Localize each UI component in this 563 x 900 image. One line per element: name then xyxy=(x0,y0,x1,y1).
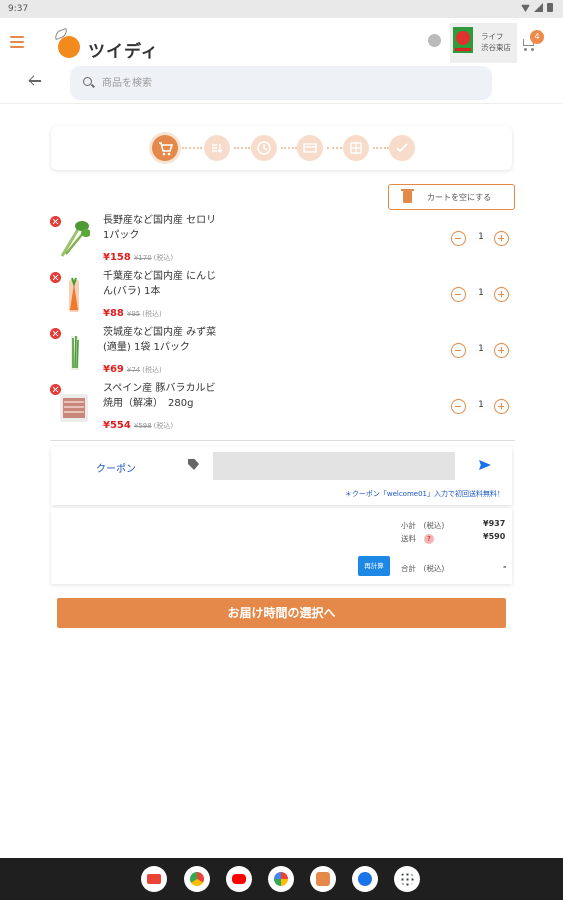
recalculate-button[interactable]: 再計算 xyxy=(358,556,390,576)
item-name[interactable]: 長野産など国内産 セロリ 1パック xyxy=(103,213,223,243)
step-card-icon xyxy=(297,135,323,161)
signal-icon xyxy=(534,3,543,12)
increase-qty-icon[interactable] xyxy=(494,287,509,302)
shopping-app-icon[interactable] xyxy=(310,866,336,892)
item-price: ¥554 xyxy=(103,420,131,431)
trash-icon xyxy=(401,189,414,203)
step-clock-icon xyxy=(251,135,277,161)
status-time: 9:37 xyxy=(8,4,29,14)
item-tax-note: (税込) xyxy=(142,366,162,374)
fruit-icon xyxy=(58,36,80,58)
item-price-row: ¥69 ¥74 (税込) xyxy=(103,357,162,376)
item-tax-note: (税込) xyxy=(153,422,174,430)
brand-logo[interactable]: ツイディ xyxy=(52,27,162,62)
system-icons xyxy=(521,3,553,12)
battery-icon xyxy=(547,3,553,12)
item-quantity: 1 xyxy=(478,400,484,410)
total-value: - xyxy=(503,562,507,571)
app-header: ツイディ ライフ 渋谷東店 4 xyxy=(0,18,563,104)
product-image-carrot xyxy=(69,277,79,312)
hamburger-menu-icon[interactable] xyxy=(10,36,24,48)
cart-item: 千葉産など国内産 にんじん(バラ) 1本 ¥88 ¥95 (税込) 1 xyxy=(50,269,515,324)
product-image-pork xyxy=(60,394,88,422)
item-original-price: ¥598 xyxy=(133,422,152,430)
empty-cart-button[interactable]: カートを空にする xyxy=(388,184,515,210)
empty-cart-label: カートを空にする xyxy=(427,193,492,202)
shipping-label: 送料? xyxy=(401,533,434,544)
search-bar[interactable] xyxy=(70,66,492,100)
decrease-qty-icon[interactable] xyxy=(451,399,466,414)
item-quantity: 1 xyxy=(478,344,484,354)
item-tax-note: (税込) xyxy=(142,310,162,318)
subtotal-value: ¥937 xyxy=(483,519,506,528)
item-name[interactable]: スペイン産 豚バラカルビ焼用（解凍） 280g xyxy=(103,381,223,411)
item-original-price: ¥170 xyxy=(133,254,152,262)
decrease-qty-icon[interactable] xyxy=(451,231,466,246)
store-logo-icon xyxy=(453,27,473,53)
send-icon[interactable] xyxy=(479,460,491,470)
item-quantity: 1 xyxy=(478,288,484,298)
item-name[interactable]: 千葉産など国内産 にんじん(バラ) 1本 xyxy=(103,269,223,299)
item-price: ¥69 xyxy=(103,364,124,375)
checkout-progress xyxy=(51,126,512,170)
step-check-icon xyxy=(389,135,415,161)
coupon-input[interactable] xyxy=(213,452,455,480)
divider xyxy=(50,440,515,441)
help-icon[interactable]: ? xyxy=(424,534,434,544)
item-price: ¥158 xyxy=(103,252,131,263)
subtotal-label: 小計 (税込) xyxy=(401,521,445,530)
cart-item: 茨城産など国内産 みず菜(適量) 1袋 1パック ¥69 ¥74 (税込) 1 xyxy=(50,325,515,380)
store-selector[interactable]: ライフ 渋谷東店 xyxy=(450,23,517,63)
gmail-icon[interactable] xyxy=(141,866,167,892)
wifi-icon xyxy=(521,4,530,12)
step-checklist-icon xyxy=(343,135,369,161)
app-dock xyxy=(0,858,563,900)
product-image-mizuna xyxy=(71,335,79,370)
coupon-hint: ＊クーポン「welcome01」入力で初回送料無料！ xyxy=(344,490,504,498)
coupon-section: クーポン ＊クーポン「welcome01」入力で初回送料無料！ xyxy=(51,447,512,505)
proceed-to-delivery-time-button[interactable]: お届け時間の選択へ xyxy=(57,598,506,628)
cart-item: 長野産など国内産 セロリ 1パック ¥158 ¥170 (税込) 1 xyxy=(50,213,515,268)
search-input[interactable] xyxy=(102,72,472,94)
total-label: 合計 (税込) xyxy=(401,564,445,573)
messages-icon[interactable] xyxy=(352,866,378,892)
chrome-icon[interactable] xyxy=(184,866,210,892)
item-original-price: ¥95 xyxy=(126,310,141,318)
cart-item: スペイン産 豚バラカルビ焼用（解凍） 280g ¥554 ¥598 (税込) 1 xyxy=(50,381,515,436)
store-name-line1: ライフ xyxy=(481,32,504,41)
shipping-value: ¥590 xyxy=(483,532,506,541)
coupon-label: クーポン xyxy=(96,464,136,475)
search-icon xyxy=(83,77,92,86)
item-price-row: ¥88 ¥95 (税込) xyxy=(103,301,162,320)
order-summary: 小計 (税込) ¥937 送料? ¥590 再計算 合計 (税込) - xyxy=(51,508,512,584)
tag-icon xyxy=(188,459,199,470)
product-image-celery xyxy=(60,221,90,257)
app-drawer-icon[interactable] xyxy=(394,866,420,892)
step-list-icon xyxy=(204,135,230,161)
increase-qty-icon[interactable] xyxy=(494,399,509,414)
brand-name: ツイディ xyxy=(88,42,159,62)
status-bar: 9:37 xyxy=(0,0,563,18)
store-name-line2: 渋谷東店 xyxy=(481,43,511,52)
decrease-qty-icon[interactable] xyxy=(451,287,466,302)
item-original-price: ¥74 xyxy=(126,366,141,374)
step-cart-icon xyxy=(152,135,178,161)
item-price: ¥88 xyxy=(103,308,124,319)
cart-count-badge: 4 xyxy=(530,30,544,44)
store-name: ライフ 渋谷東店 xyxy=(481,31,511,53)
item-price-row: ¥554 ¥598 (税込) xyxy=(103,413,173,432)
photos-icon[interactable] xyxy=(268,866,294,892)
item-tax-note: (税込) xyxy=(153,254,174,262)
item-quantity: 1 xyxy=(478,232,484,242)
account-icon[interactable] xyxy=(428,34,441,47)
decrease-qty-icon[interactable] xyxy=(451,343,466,358)
increase-qty-icon[interactable] xyxy=(494,343,509,358)
item-name[interactable]: 茨城産など国内産 みず菜(適量) 1袋 1パック xyxy=(103,325,223,355)
youtube-icon[interactable] xyxy=(226,866,252,892)
item-price-row: ¥158 ¥170 (税込) xyxy=(103,245,173,264)
increase-qty-icon[interactable] xyxy=(494,231,509,246)
back-arrow-icon[interactable] xyxy=(28,74,42,88)
